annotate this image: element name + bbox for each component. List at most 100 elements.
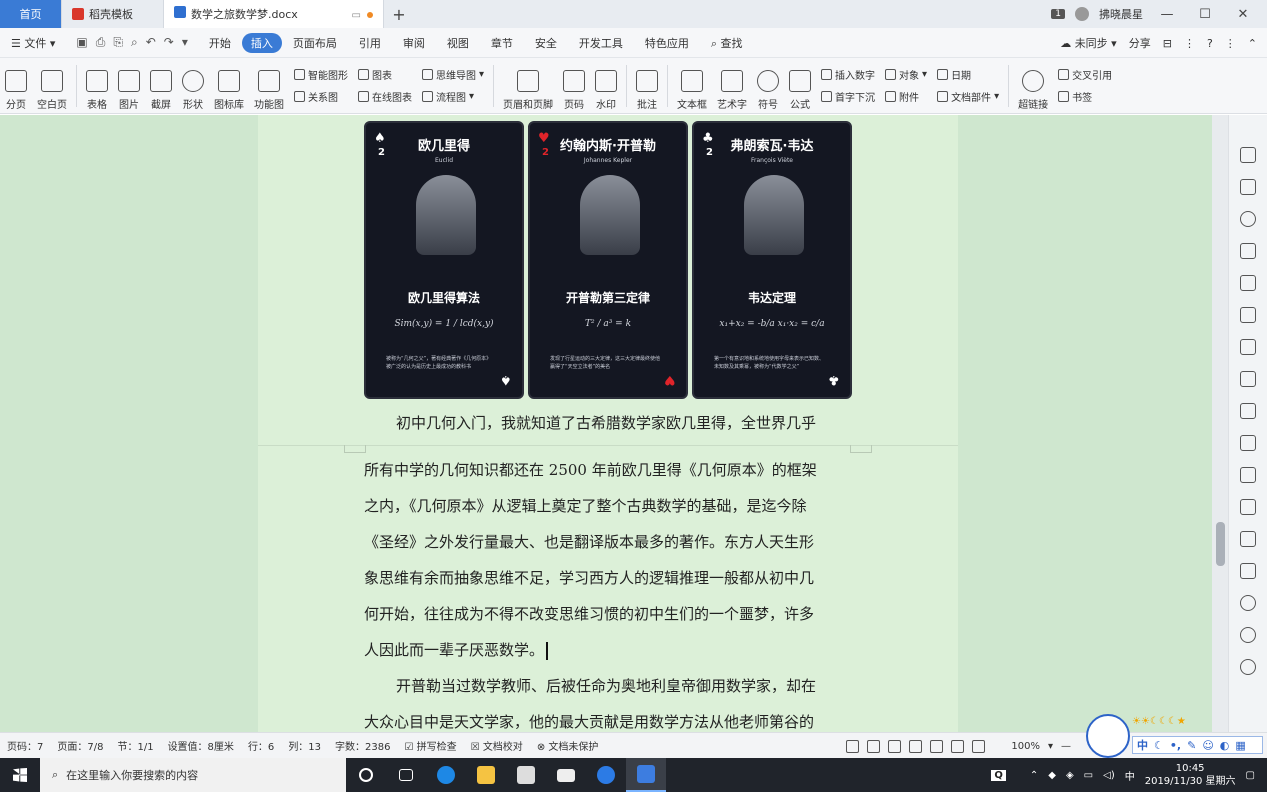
ribbon-hyperlink-button[interactable]: 超链接 bbox=[1013, 61, 1053, 111]
file-menu[interactable]: ☰ 文件 ▾ bbox=[0, 35, 66, 51]
ribbon-function-chart-button[interactable]: 功能图 bbox=[249, 61, 289, 111]
taskbar-mail[interactable] bbox=[546, 758, 586, 792]
image-search-icon[interactable] bbox=[1240, 435, 1256, 451]
status-word-count[interactable]: 字数：2386 bbox=[328, 738, 397, 753]
window-count-badge[interactable]: 1 bbox=[1051, 9, 1065, 19]
status-column[interactable]: 列：13 bbox=[281, 738, 328, 753]
archive-icon[interactable] bbox=[1240, 531, 1256, 547]
card-viete[interactable]: ♣ 2 弗朗索瓦·韦达 François Viète 韦达定理 x₁+x₂ = … bbox=[692, 121, 852, 399]
paragraph-1-continued[interactable]: 所有中学的几何知识都还在 2500 年前欧几里得《几何原本》的框架 之内，《几何… bbox=[364, 452, 852, 732]
doc-proof-button[interactable]: ☒ 文档校对 bbox=[464, 738, 530, 753]
doc-protect-status[interactable]: ⊗ 文档未保护 bbox=[530, 738, 606, 753]
print-preview-icon[interactable]: ⎙ bbox=[96, 35, 106, 50]
status-section[interactable]: 节：1/1 bbox=[110, 738, 160, 753]
ribbon-mindmap[interactable]: 思维导图 ▾ bbox=[422, 67, 484, 82]
more-icon[interactable]: ⋮ bbox=[1184, 37, 1195, 50]
document-workspace[interactable]: ♠ 2 欧几里得 Euclid 欧几里得算法 Sim(x,y) = 1 / lc… bbox=[0, 115, 1228, 732]
status-row[interactable]: 行：6 bbox=[241, 738, 281, 753]
security-shield-icon[interactable]: ◈ bbox=[1066, 770, 1074, 781]
cortana-button[interactable] bbox=[346, 758, 386, 792]
ribbon-symbol-button[interactable]: 符号 bbox=[752, 61, 784, 111]
taskbar-explorer[interactable] bbox=[466, 758, 506, 792]
export-pdf-icon[interactable]: ⌕ bbox=[131, 35, 138, 50]
ribbon-attachment[interactable]: 附件 bbox=[885, 89, 927, 104]
status-page-number[interactable]: 页码：7 bbox=[0, 738, 50, 753]
customize-qat-icon[interactable]: ▾ bbox=[182, 35, 188, 50]
taskbar-wps[interactable] bbox=[626, 758, 666, 792]
menu-item-0[interactable]: 开始 bbox=[198, 35, 242, 51]
ribbon-relation-chart[interactable]: 关系图 bbox=[294, 89, 348, 104]
ribbon-smart-graphic[interactable]: 智能图形 bbox=[294, 67, 348, 82]
undo-icon[interactable]: ↶ bbox=[146, 35, 156, 50]
menu-item-9[interactable]: 特色应用 bbox=[634, 35, 700, 51]
write-mode-icon[interactable] bbox=[888, 739, 902, 753]
taskbar-search-box[interactable]: ⌕ 在这里输入你要搜索的内容 bbox=[40, 758, 346, 792]
emoji-icon[interactable]: ☺ bbox=[1202, 739, 1213, 752]
tray-ime-indicator[interactable]: 中 bbox=[1125, 768, 1135, 783]
zoom-out-icon[interactable]: — bbox=[1061, 741, 1071, 752]
tool-icon[interactable]: ✎ bbox=[1187, 739, 1196, 752]
pen-icon[interactable] bbox=[1240, 147, 1256, 163]
punctuation-icon[interactable]: •, bbox=[1170, 739, 1181, 752]
backup-icon[interactable] bbox=[1240, 595, 1256, 611]
sliders-icon[interactable] bbox=[1240, 403, 1256, 419]
ribbon-cross-ref[interactable]: 交叉引用 bbox=[1058, 67, 1112, 82]
settings-icon[interactable]: ⋮ bbox=[1225, 37, 1236, 50]
image-icon[interactable] bbox=[1240, 563, 1256, 579]
paragraph-1-line-1[interactable]: 初中几何入门，我就知道了古希腊数学家欧几里得，全世界几乎 bbox=[364, 405, 852, 441]
ribbon-bookmark[interactable]: 书签 bbox=[1058, 89, 1112, 104]
ribbon-page-break-button[interactable]: 分页 bbox=[0, 61, 32, 111]
ribbon-object[interactable]: 对象 ▾ bbox=[885, 67, 927, 82]
card-kepler[interactable]: ♥ 2 约翰内斯·开普勒 Johannes Kepler 开普勒第三定律 T² … bbox=[528, 121, 688, 399]
ribbon-picture-button[interactable]: 图片 bbox=[113, 61, 145, 111]
ribbon-flowchart[interactable]: 流程图 ▾ bbox=[422, 89, 484, 104]
zoom-level[interactable]: 100% bbox=[1011, 741, 1040, 752]
shapes-icon[interactable] bbox=[1240, 243, 1256, 259]
print-icon[interactable]: ⎘ bbox=[113, 35, 123, 50]
menu-item-1[interactable]: 插入 bbox=[241, 32, 282, 53]
card-euclid[interactable]: ♠ 2 欧几里得 Euclid 欧几里得算法 Sim(x,y) = 1 / lc… bbox=[364, 121, 524, 399]
ribbon-date[interactable]: 日期 bbox=[937, 67, 999, 82]
tab-home[interactable]: 首页 bbox=[0, 0, 62, 28]
menu-item-5[interactable]: 视图 bbox=[436, 35, 480, 51]
tab-templates[interactable]: 稻壳模板 bbox=[62, 0, 164, 28]
eye-protect-icon[interactable] bbox=[972, 739, 986, 753]
poker-card-images[interactable]: ♠ 2 欧几里得 Euclid 欧几里得算法 Sim(x,y) = 1 / lc… bbox=[364, 121, 852, 399]
start-button[interactable] bbox=[0, 758, 40, 792]
ime-floating-widget[interactable]: ☀☀☾☾☾★ 中 ☾ •, ✎ ☺ ◐ ▦ bbox=[1086, 714, 1267, 758]
new-tab-button[interactable]: + bbox=[384, 0, 414, 28]
taskbar-edge[interactable] bbox=[426, 758, 466, 792]
volume-icon[interactable]: ◁) bbox=[1103, 770, 1115, 781]
window-mode-icon[interactable]: ▭ bbox=[352, 10, 361, 21]
ribbon-comment-button[interactable]: 批注 bbox=[631, 61, 663, 111]
document-page[interactable]: ♠ 2 欧几里得 Euclid 欧几里得算法 Sim(x,y) = 1 / lc… bbox=[258, 115, 958, 732]
menu-grid-icon[interactable]: ▦ bbox=[1235, 739, 1245, 752]
task-view-button[interactable] bbox=[386, 758, 426, 792]
help-circle-icon[interactable] bbox=[1240, 659, 1256, 675]
scrollbar-thumb[interactable] bbox=[1216, 522, 1225, 566]
unsaved-dot-icon[interactable] bbox=[367, 11, 373, 18]
minimize-button[interactable]: — bbox=[1153, 7, 1181, 22]
fill-icon[interactable] bbox=[1240, 275, 1256, 291]
ime-language[interactable]: 中 bbox=[1137, 737, 1148, 753]
redo-icon[interactable]: ↷ bbox=[164, 35, 174, 50]
sync-status[interactable]: ☁ 未同步 ▾ bbox=[1060, 35, 1117, 51]
menu-item-7[interactable]: 安全 bbox=[524, 35, 568, 51]
status-setting[interactable]: 设置值：8厘米 bbox=[161, 738, 241, 753]
ribbon-blank-page-button[interactable]: 空白页 bbox=[32, 61, 72, 111]
notification-icon[interactable]: ▢ bbox=[1246, 770, 1255, 781]
system-clock[interactable]: 10:45 2019/11/30 星期六 bbox=[1145, 762, 1236, 788]
moon-icon[interactable]: ☾ bbox=[1154, 739, 1164, 752]
vertical-scrollbar[interactable] bbox=[1212, 115, 1228, 732]
table-grid-icon[interactable] bbox=[1240, 307, 1256, 323]
help-icon[interactable]: ? bbox=[1207, 37, 1213, 50]
ribbon-drop-cap[interactable]: 首字下沉 bbox=[821, 89, 875, 104]
ribbon-formula-button[interactable]: 公式 bbox=[784, 61, 816, 111]
spell-check-toggle[interactable]: ☑ 拼写检查 bbox=[398, 738, 464, 753]
ime-toolbar[interactable]: 中 ☾ •, ✎ ☺ ◐ ▦ bbox=[1132, 736, 1263, 754]
search-command[interactable]: ⌕ 查找 bbox=[700, 35, 754, 51]
zoom-dropdown-icon[interactable]: ▾ bbox=[1048, 741, 1053, 752]
read-mode-icon[interactable] bbox=[867, 739, 881, 753]
q-app-icon[interactable]: Q bbox=[991, 769, 1006, 781]
ribbon-header-footer-button[interactable]: 页眉和页脚 bbox=[498, 61, 558, 111]
